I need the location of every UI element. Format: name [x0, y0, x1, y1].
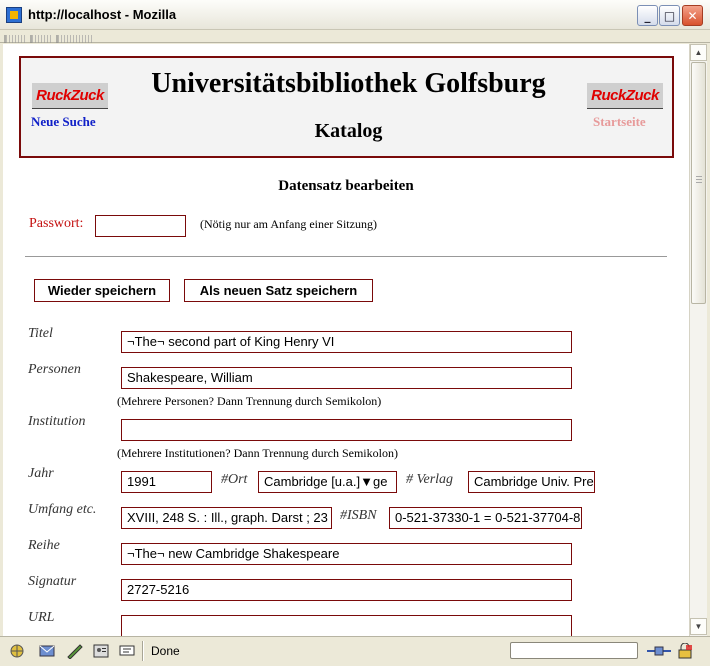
signatur-label: Signatur [28, 574, 77, 589]
umfang-label: Umfang etc. [28, 502, 97, 517]
vertical-scrollbar[interactable]: ▲ ▼ [689, 44, 707, 636]
password-label: Passwort: [29, 216, 84, 231]
page-viewport: RuckZuck Neue Suche Universitätsbiblioth… [3, 44, 689, 636]
isbn-input[interactable]: 0-521-37330-1 = 0-521-37704-8 [389, 507, 582, 529]
browser-app-icon [6, 7, 22, 23]
startseite-link[interactable]: Startseite [593, 114, 646, 130]
section-title: Datensatz bearbeiten [278, 178, 414, 194]
library-header: RuckZuck Neue Suche Universitätsbiblioth… [19, 56, 674, 158]
window-titlebar: http://localhost - Mozilla _ □ ✕ [0, 0, 710, 30]
window-title: http://localhost - Mozilla [28, 7, 177, 22]
institution-hint: (Mehrere Institutionen? Dann Trennung du… [117, 446, 398, 460]
status-bar: Done [0, 636, 710, 666]
url-label: URL [28, 610, 55, 625]
scroll-thumb[interactable] [691, 62, 706, 304]
divider [25, 256, 667, 258]
maximize-button[interactable]: □ [659, 5, 680, 26]
jahr-input[interactable]: 1991 [121, 471, 212, 493]
personen-label: Personen [28, 362, 81, 377]
titel-input[interactable]: ¬The¬ second part of King Henry VI [121, 331, 572, 353]
library-title: Universitätsbibliothek Golfsburg [151, 68, 546, 99]
verlag-label: # Verlag [406, 472, 454, 487]
personen-hint: (Mehrere Personen? Dann Trennung durch S… [117, 394, 382, 408]
save-new-button[interactable]: Als neuen Satz speichern [184, 279, 373, 302]
security-lock-icon[interactable] [676, 643, 694, 659]
ruckzuck-logo-right[interactable]: RuckZuck [587, 83, 663, 109]
isbn-label: #ISBN [340, 508, 377, 523]
umfang-input[interactable]: XVIII, 248 S. : Ill., graph. Darst ; 23 … [121, 507, 332, 529]
mail-icon[interactable] [38, 643, 56, 659]
toolbar-grippy[interactable] [4, 35, 26, 43]
personen-input[interactable]: Shakespeare, William [121, 367, 572, 389]
verlag-input[interactable]: Cambridge Univ. Pre [468, 471, 595, 493]
jahr-label: Jahr [28, 466, 54, 481]
institution-input[interactable] [121, 419, 572, 441]
composer-icon[interactable] [66, 643, 84, 659]
toolbar-grippy[interactable] [56, 35, 92, 43]
close-button[interactable]: ✕ [682, 5, 703, 26]
navigator-icon[interactable] [8, 643, 26, 659]
scroll-down-arrow-icon[interactable]: ▼ [690, 618, 707, 635]
ort-input[interactable]: Cambridge [u.a.]▼ge [258, 471, 397, 493]
password-note: (Nötig nur am Anfang einer Sitzung) [200, 217, 377, 231]
status-text: Done [151, 644, 180, 658]
ort-label: #Ort [221, 472, 248, 487]
save-again-button[interactable]: Wieder speichern [34, 279, 170, 302]
chat-icon[interactable] [118, 643, 136, 659]
minimize-button[interactable]: _ [637, 5, 658, 26]
reihe-label: Reihe [28, 538, 60, 553]
signatur-input[interactable]: 2727-5216 [121, 579, 572, 601]
reihe-input[interactable]: ¬The¬ new Cambridge Shakespeare [121, 543, 572, 565]
url-input[interactable] [121, 615, 572, 636]
progress-meter [510, 642, 638, 659]
online-connection-icon[interactable] [646, 643, 672, 659]
titel-label: Titel [28, 326, 53, 341]
address-book-icon[interactable] [92, 643, 110, 659]
scroll-up-arrow-icon[interactable]: ▲ [690, 44, 707, 61]
catalog-subtitle: Katalog [314, 120, 383, 142]
password-input[interactable] [95, 215, 186, 237]
institution-label: Institution [28, 414, 86, 429]
toolbar-grippy[interactable] [30, 35, 52, 43]
status-separator [142, 641, 144, 661]
collapsed-toolbars[interactable] [0, 30, 710, 43]
